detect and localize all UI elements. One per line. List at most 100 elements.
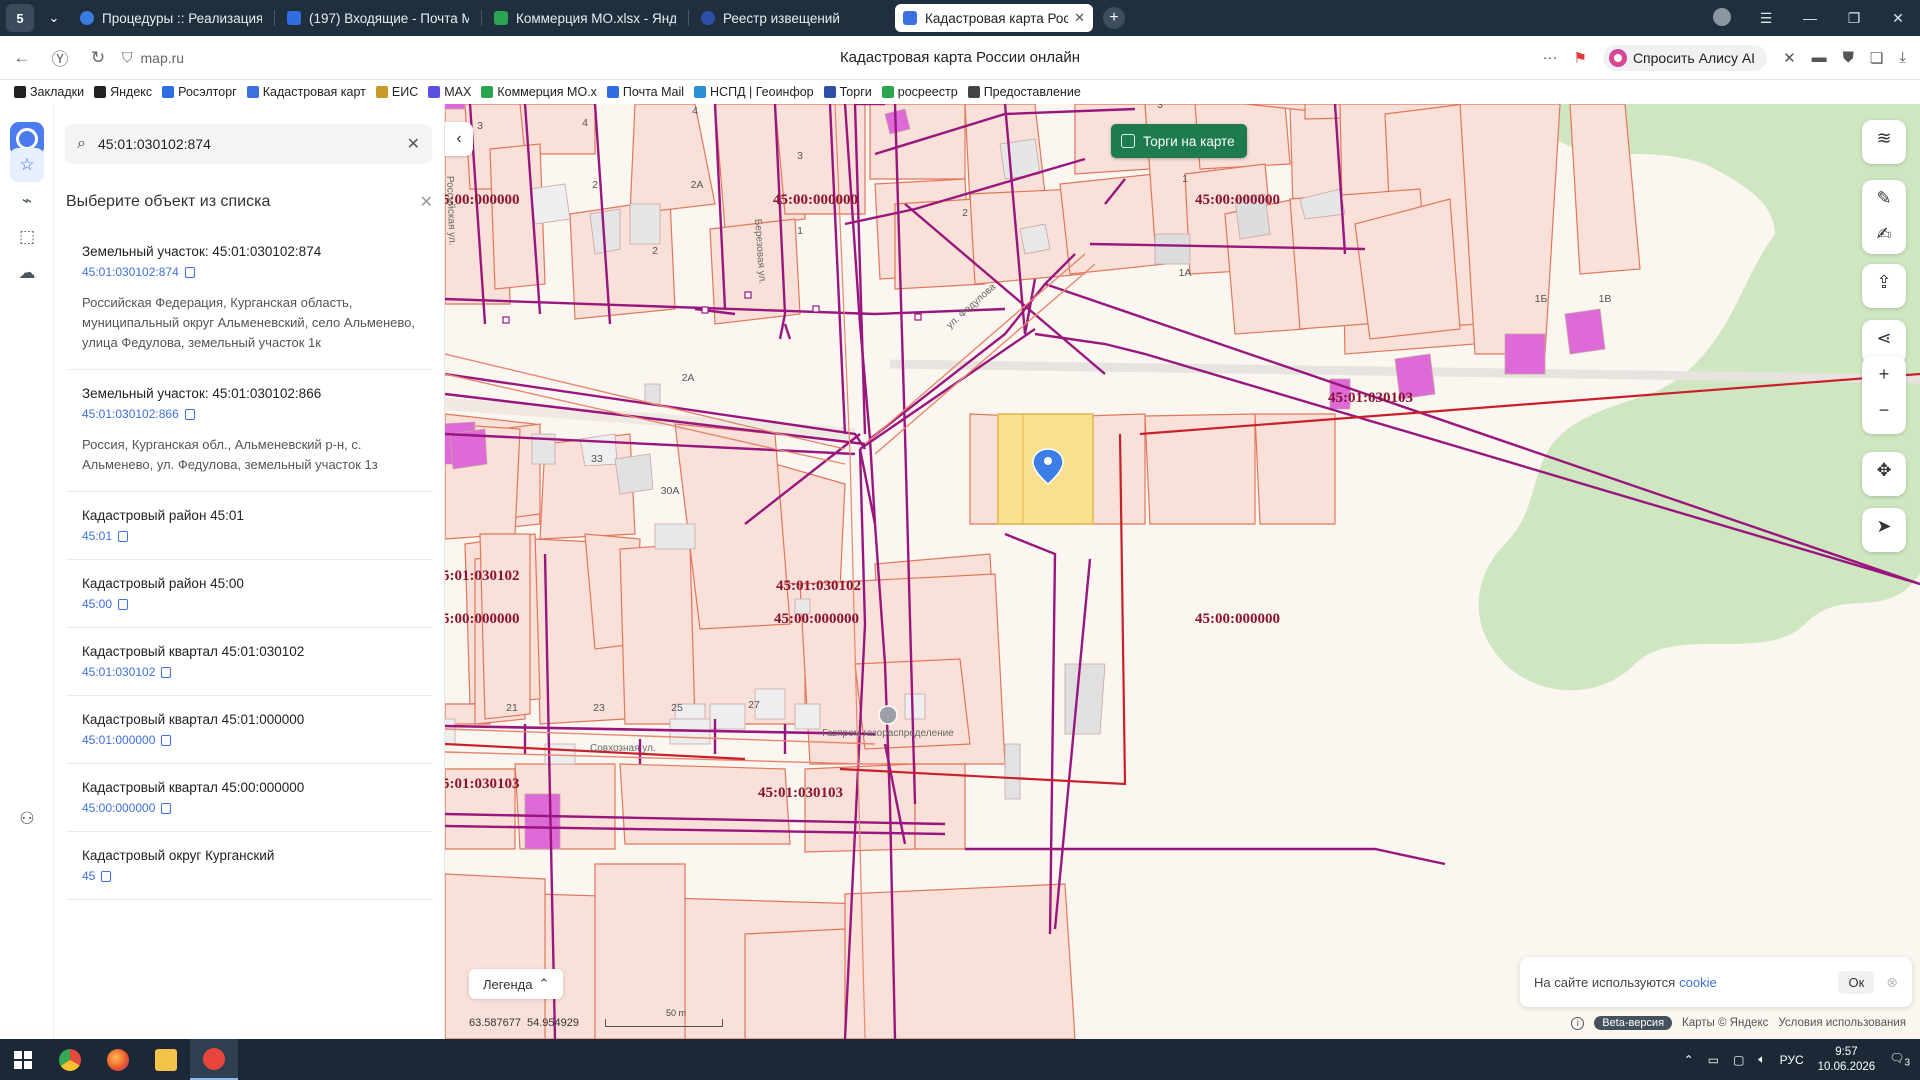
result-item[interactable]: Кадастровый район 45:00 45:00	[66, 560, 433, 628]
close-icon[interactable]: ⊗	[1886, 974, 1898, 991]
more-icon[interactable]: ···	[1542, 49, 1557, 66]
result-item[interactable]: Кадастровый округ Курганский 45	[66, 832, 433, 900]
map-canvas[interactable]: 5:00:000000 45:00:000000 45:00:00000045:01…	[445, 104, 1920, 1039]
tray-chevron-icon[interactable]: ⌃	[1684, 1053, 1694, 1067]
torgi-on-map-toggle[interactable]: Торги на карте	[1111, 124, 1247, 158]
route-icon[interactable]: ⌁	[10, 184, 44, 218]
layers-icon[interactable]: ≋	[1862, 120, 1906, 156]
result-number[interactable]: 45:01:030102	[82, 665, 417, 679]
attribution-text[interactable]: Карты © Яндекс	[1682, 1017, 1768, 1029]
ruler-icon[interactable]: ✎	[1862, 180, 1906, 216]
legend-button[interactable]: Легенда ⌃	[469, 969, 564, 999]
geolocation-icon[interactable]: ➤	[1862, 508, 1906, 544]
download-icon[interactable]: ⤓	[1899, 49, 1906, 66]
result-item[interactable]: Земельный участок: 45:01:030102:866 45:01…	[66, 370, 433, 492]
new-tab-button[interactable]: +	[1103, 7, 1125, 29]
move-icon[interactable]: ✥	[1862, 452, 1906, 488]
terms-link[interactable]: Условия использования	[1778, 1017, 1906, 1029]
cloud-icon[interactable]: ☁	[10, 256, 44, 290]
bookmark-item[interactable]: Яндекс	[94, 85, 152, 99]
bookmark-item[interactable]: MAX	[428, 85, 471, 99]
bookmark-item[interactable]: росреестр	[881, 85, 958, 99]
workspace-badge[interactable]: 5	[6, 4, 34, 32]
copy-icon[interactable]	[184, 266, 195, 278]
profile-icon[interactable]: ⚇	[10, 802, 44, 836]
copy-icon[interactable]	[161, 734, 172, 746]
bookmark-item[interactable]: НСПД | Геоинфор	[694, 85, 814, 99]
result-number[interactable]: 45:01:000000	[82, 733, 417, 747]
clock[interactable]: 9:57 10.06.2026	[1818, 1045, 1876, 1075]
network-icon[interactable]: ▭	[1708, 1053, 1719, 1067]
result-item[interactable]: Кадастровый квартал 45:01:030102 45:01:03…	[66, 628, 433, 696]
file-explorer-icon[interactable]	[142, 1039, 190, 1080]
cloud-upload-icon[interactable]: ⇪	[1862, 264, 1906, 300]
start-button[interactable]	[0, 1050, 46, 1069]
reload-icon[interactable]: ↻	[82, 48, 114, 68]
shield-extension-icon[interactable]: ⛊	[1843, 49, 1854, 66]
language-indicator[interactable]: РУС	[1780, 1053, 1804, 1067]
chevron-down-icon[interactable]: ⌄	[40, 4, 68, 32]
result-number[interactable]: 45:01	[82, 529, 417, 543]
cookie-link[interactable]: cookie	[1679, 975, 1717, 990]
bookmark-item[interactable]: Торги	[823, 85, 872, 99]
bookmark-item[interactable]: Кадастровая карт	[246, 85, 366, 99]
close-window-button[interactable]: ✕	[1876, 10, 1920, 27]
bookmark-item[interactable]: Предоставление	[967, 85, 1081, 99]
browser-tab[interactable]: Коммерция МО.xlsx - Янд	[486, 4, 684, 32]
star-icon[interactable]: ☆	[10, 148, 44, 182]
yandex-browser-app-icon[interactable]	[190, 1039, 238, 1080]
cookie-ok-button[interactable]: Ок	[1838, 970, 1875, 994]
result-item[interactable]: Кадастровый район 45:01 45:01	[66, 492, 433, 560]
result-number[interactable]: 45:01:030102:866	[82, 407, 417, 421]
copy-icon[interactable]	[118, 598, 129, 610]
edit-icon[interactable]: ✍	[1862, 216, 1906, 252]
browser-tab-active[interactable]: Кадастровая карта Рос ✕	[895, 4, 1093, 32]
firefox-app-icon[interactable]	[94, 1039, 142, 1080]
browser-tab[interactable]: Процедуры :: Реализация	[72, 4, 270, 32]
browser-tab[interactable]: Реестр извещений	[693, 4, 891, 32]
copy-icon[interactable]	[101, 870, 112, 882]
info-icon[interactable]: i	[1571, 1016, 1585, 1030]
browser-tab[interactable]: (197) Входящие - Почта М	[279, 4, 477, 32]
copy-icon[interactable]	[118, 530, 129, 542]
collections-icon[interactable]: ❏	[1870, 49, 1883, 67]
zoom-in-button[interactable]: +	[1862, 356, 1906, 392]
bookmark-item[interactable]: ЕИС	[375, 85, 418, 99]
share-icon[interactable]: ⋖	[1862, 320, 1906, 356]
minimize-button[interactable]: —	[1788, 10, 1832, 26]
collapse-panel-button[interactable]: ‹	[445, 122, 473, 156]
bookmark-icon[interactable]: ⚑	[1573, 49, 1586, 67]
close-tab-icon[interactable]: ✕	[1074, 10, 1085, 26]
chrome-app-icon[interactable]	[46, 1039, 94, 1080]
menu-icon[interactable]: ☰	[1744, 10, 1788, 27]
restore-button[interactable]: ❐	[1832, 10, 1876, 27]
extension-icon[interactable]: ▬	[1812, 49, 1827, 66]
close-results-icon[interactable]: ✕	[420, 192, 433, 212]
bookmark-item[interactable]: Закладки	[14, 85, 84, 99]
result-item[interactable]: Земельный участок: 45:01:030102:874 45:01…	[66, 228, 433, 370]
volume-icon[interactable]: 🔈︎	[1758, 1052, 1765, 1067]
display-icon[interactable]: ▢	[1733, 1053, 1744, 1067]
result-number[interactable]: 45	[82, 869, 417, 883]
result-item[interactable]: Кадастровый квартал 45:00:000000 45:00:00…	[66, 764, 433, 832]
result-item[interactable]: Кадастровый квартал 45:01:000000 45:01:00…	[66, 696, 433, 764]
search-input[interactable]	[97, 136, 407, 152]
result-number[interactable]: 45:01:030102:874	[82, 265, 417, 279]
bookmark-item[interactable]: Коммерция МО.x	[481, 85, 597, 99]
url-field[interactable]: ⛉ map.ru	[122, 49, 184, 66]
clear-search-icon[interactable]: ✕	[407, 134, 420, 154]
zoom-out-button[interactable]: −	[1862, 392, 1906, 428]
ask-alice-button[interactable]: Спросить Алису AI	[1602, 44, 1768, 71]
yandex-icon[interactable]: Ⓨ	[44, 45, 76, 70]
bookmark-item[interactable]: Почта Mail	[606, 85, 684, 99]
result-number[interactable]: 45:00:000000	[82, 801, 417, 815]
account-icon[interactable]	[1700, 7, 1744, 29]
bookmark-item[interactable]: Росэлторг	[162, 85, 237, 99]
notifications-icon[interactable]: 🗨︎3	[1889, 1051, 1910, 1068]
copy-icon[interactable]	[161, 666, 172, 678]
copy-icon[interactable]	[161, 802, 172, 814]
search-box[interactable]: ⌕ ✕	[65, 124, 432, 164]
copy-icon[interactable]	[184, 408, 195, 420]
result-number[interactable]: 45:00	[82, 597, 417, 611]
back-arrow-icon[interactable]: ←	[6, 48, 38, 68]
